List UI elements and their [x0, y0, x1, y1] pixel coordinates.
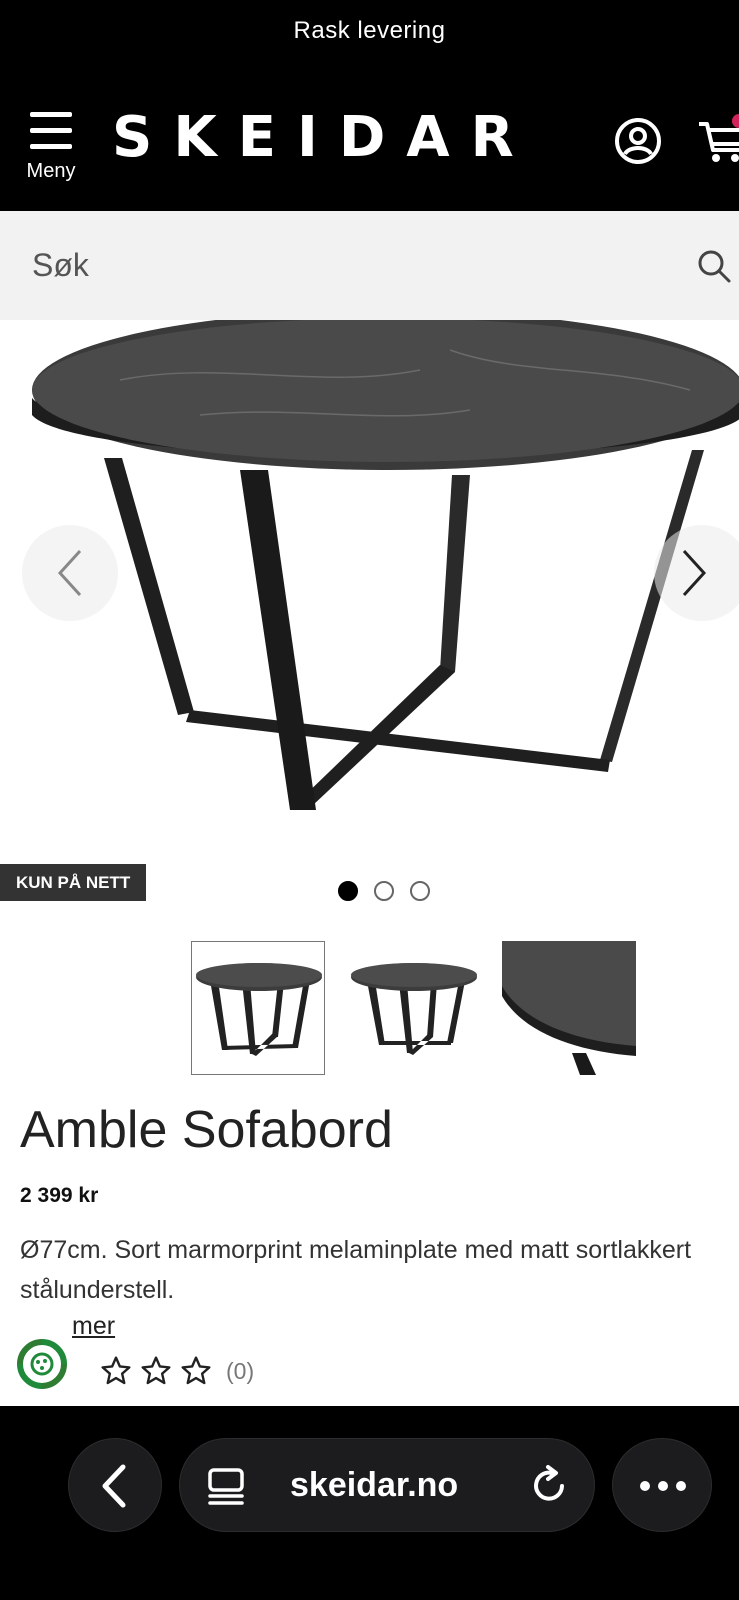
- star-icon: [181, 1356, 211, 1385]
- rating-count: (0): [226, 1357, 255, 1384]
- product-description: Ø77cm. Sort marmorprint melaminplate med…: [20, 1236, 692, 1304]
- product-info: Amble Sofabord 2 399 kr Ø77cm. Sort marm…: [0, 1080, 739, 1406]
- star-icon: [101, 1356, 131, 1385]
- site-header: Meny SKEIDAR: [0, 62, 739, 211]
- gallery-prev-button[interactable]: [22, 525, 118, 621]
- address-bar[interactable]: skeidar.no: [179, 1438, 595, 1532]
- browser-back-button[interactable]: [68, 1438, 162, 1532]
- cart-count-badge: [732, 114, 739, 128]
- skeidar-logo[interactable]: SKEIDAR: [112, 110, 535, 166]
- menu-button[interactable]: Meny: [20, 112, 82, 192]
- delivery-banner-text: Rask levering: [293, 17, 446, 44]
- account-icon[interactable]: [614, 117, 662, 165]
- thumbnail-3[interactable]: [502, 941, 636, 1075]
- delivery-banner: Rask levering: [0, 0, 739, 62]
- chevron-right-icon: [682, 549, 707, 597]
- thumbnail-2[interactable]: [347, 941, 481, 1075]
- product-title: Amble Sofabord: [20, 1101, 393, 1159]
- product-rating[interactable]: (0): [100, 1355, 254, 1387]
- search-input[interactable]: [0, 211, 680, 320]
- menu-label: Meny: [26, 160, 76, 182]
- url-text: skeidar.no: [290, 1466, 459, 1504]
- tabs-icon[interactable]: [206, 1466, 246, 1506]
- product-image-gallery[interactable]: [0, 320, 739, 905]
- more-icon: [640, 1481, 686, 1491]
- back-icon: [102, 1464, 126, 1508]
- read-more-link[interactable]: mer: [72, 1312, 115, 1341]
- reload-icon[interactable]: [528, 1464, 570, 1506]
- gallery-dot-1[interactable]: [338, 881, 358, 901]
- menu-icon: [30, 112, 72, 150]
- browser-toolbar: skeidar.no: [0, 1406, 739, 1600]
- thumbnail-1[interactable]: [191, 941, 325, 1075]
- gallery-pagination: [338, 881, 430, 901]
- search-bar: [0, 211, 739, 320]
- chevron-left-icon: [57, 549, 82, 597]
- gallery-dot-3[interactable]: [410, 881, 430, 901]
- product-price: 2 399 kr: [20, 1184, 99, 1207]
- product-image: [32, 320, 739, 810]
- gallery-next-button[interactable]: [654, 525, 739, 621]
- search-icon[interactable]: [696, 248, 732, 284]
- gallery-dot-2[interactable]: [374, 881, 394, 901]
- browser-more-button[interactable]: [612, 1438, 712, 1532]
- thumbnail-strip: [0, 905, 739, 1080]
- online-only-badge: KUN PÅ NETT: [0, 864, 147, 901]
- eco-badge-icon[interactable]: [14, 1336, 70, 1392]
- star-icon: [141, 1356, 171, 1385]
